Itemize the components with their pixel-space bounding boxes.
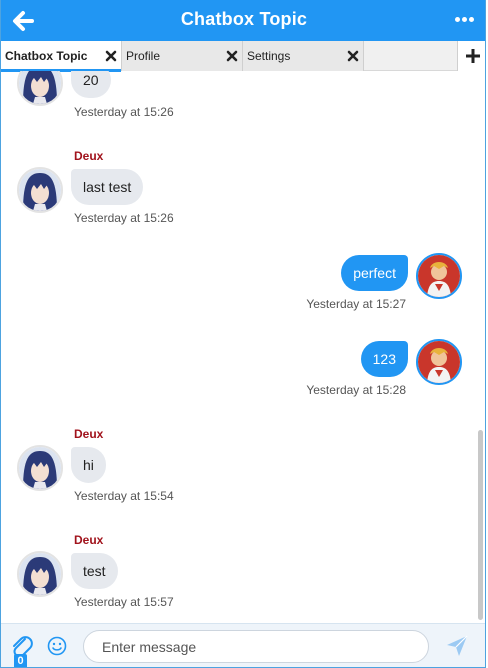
plus-icon	[466, 49, 480, 63]
avatar[interactable]	[17, 167, 63, 213]
message-list[interactable]: 20 Yesterday at 15:26 Deux last test Yes…	[1, 71, 485, 623]
tab-label: Chatbox Topic	[5, 49, 88, 63]
message-time: Yesterday at 15:54	[74, 489, 174, 503]
scrollbar-thumb[interactable]	[478, 430, 483, 620]
emoji-button[interactable]	[47, 636, 67, 656]
message-time: Yesterday at 15:27	[306, 297, 406, 311]
message-bubble: test	[71, 553, 118, 589]
tab-label: Settings	[247, 49, 291, 63]
message-bubble: hi	[71, 447, 106, 483]
message-composer: 0	[1, 623, 485, 667]
attachment-count-badge: 0	[14, 654, 27, 667]
add-tab-button[interactable]	[457, 41, 485, 71]
attach-button[interactable]: 0	[8, 633, 34, 667]
close-icon[interactable]	[347, 50, 359, 62]
message-bubble: perfect	[341, 255, 408, 291]
avatar[interactable]	[17, 445, 63, 491]
close-icon[interactable]	[105, 50, 117, 62]
close-icon[interactable]	[226, 50, 238, 62]
chatbox-title: Chatbox Topic	[180, 9, 308, 29]
sender-name[interactable]: Deux	[74, 427, 103, 441]
smiley-icon	[47, 636, 67, 656]
tab-label: Profile	[126, 49, 161, 63]
message-bubble: last test	[71, 169, 144, 205]
send-icon	[447, 635, 468, 656]
avatar[interactable]	[416, 339, 462, 385]
avatar[interactable]	[17, 71, 63, 106]
tab-bar: Chatbox Topic Profile Settings	[1, 41, 485, 72]
chatbox-window: Chatbox Topic Chatbox Topic Profile Sett…	[0, 0, 486, 668]
tab-profile[interactable]: Profile	[122, 41, 243, 71]
chatbox-header: Chatbox Topic	[1, 0, 485, 41]
message-time: Yesterday at 15:26	[74, 211, 174, 225]
sender-name[interactable]: Deux	[74, 533, 103, 547]
more-dots-icon[interactable]	[455, 17, 475, 23]
message-bubble: 20	[71, 71, 111, 98]
tab-chatbox-topic[interactable]: Chatbox Topic	[1, 41, 122, 72]
avatar[interactable]	[416, 253, 462, 299]
tab-settings[interactable]: Settings	[243, 41, 364, 71]
send-button[interactable]	[445, 634, 469, 658]
message-time: Yesterday at 15:57	[74, 595, 174, 609]
avatar[interactable]	[17, 551, 63, 597]
message-bubble: 123	[360, 341, 408, 377]
message-time: Yesterday at 15:26	[74, 105, 174, 119]
message-time: Yesterday at 15:28	[306, 383, 406, 397]
message-input[interactable]	[83, 630, 429, 663]
sender-name[interactable]: Deux	[74, 149, 103, 163]
